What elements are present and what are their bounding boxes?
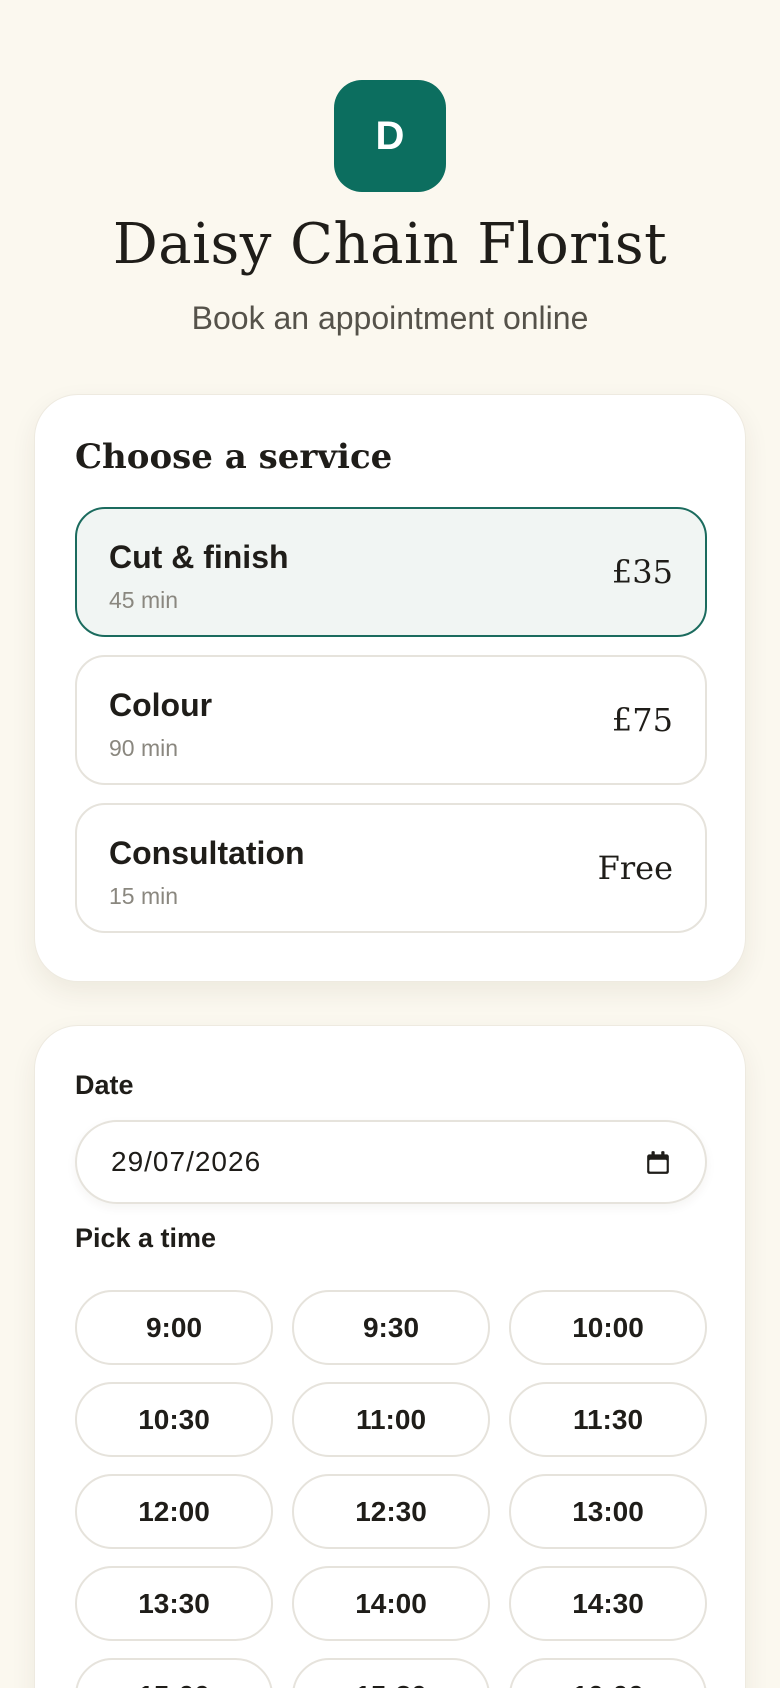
service-duration: 45 min	[109, 587, 179, 613]
service-price: £75	[611, 701, 673, 739]
time-slot[interactable]: 9:30	[292, 1290, 490, 1365]
time-slot[interactable]: 13:30	[75, 1566, 273, 1641]
service-price: £35	[611, 553, 673, 591]
time-slot[interactable]: 10:00	[509, 1290, 707, 1365]
date-input[interactable]: 29/07/2026	[75, 1120, 707, 1204]
service-heading: Choose a service	[75, 437, 393, 477]
time-slot[interactable]: 11:30	[509, 1382, 707, 1457]
service-option-cut-finish[interactable]: Cut & finish 45 min £35	[75, 507, 707, 637]
time-slot[interactable]: 13:00	[509, 1474, 707, 1549]
time-slot[interactable]: 9:00	[75, 1290, 273, 1365]
service-price: Free	[597, 849, 673, 887]
time-slot[interactable]: 14:30	[509, 1566, 707, 1641]
service-name: Cut & finish	[109, 539, 289, 575]
time-slot[interactable]: 15:30	[292, 1658, 490, 1688]
time-slot[interactable]: 10:30	[75, 1382, 273, 1457]
time-label: Pick a time	[75, 1223, 217, 1253]
time-slot[interactable]: 11:00	[292, 1382, 490, 1457]
service-duration: 90 min	[109, 735, 179, 761]
service-option-consultation[interactable]: Consultation 15 min Free	[75, 803, 707, 933]
time-slot[interactable]: 14:00	[292, 1566, 490, 1641]
page-subtitle: Book an appointment online	[191, 300, 589, 336]
brand-logo: D	[334, 80, 446, 192]
time-slot-grid: 9:00 9:30 10:00 10:30 11:00 11:30 12:00 …	[75, 1290, 707, 1688]
calendar-icon[interactable]	[645, 1150, 671, 1176]
date-value: 29/07/2026	[111, 1146, 262, 1177]
service-option-colour[interactable]: Colour 90 min £75	[75, 655, 707, 785]
logo-letter: D	[375, 113, 405, 158]
service-name: Consultation	[109, 835, 305, 871]
date-label: Date	[75, 1070, 134, 1100]
service-name: Colour	[109, 687, 213, 723]
time-slot[interactable]: 12:30	[292, 1474, 490, 1549]
time-slot[interactable]: 15:00	[75, 1658, 273, 1688]
service-duration: 15 min	[109, 883, 179, 909]
time-slot[interactable]: 16:00	[509, 1658, 707, 1688]
booking-card: Date 29/07/2026 Pick a time 9:00 9:30 10…	[34, 1025, 746, 1688]
page-title: Daisy Chain Florist	[112, 212, 668, 277]
time-slot[interactable]: 12:00	[75, 1474, 273, 1549]
service-card: Choose a service Cut & finish 45 min £35…	[34, 394, 746, 982]
